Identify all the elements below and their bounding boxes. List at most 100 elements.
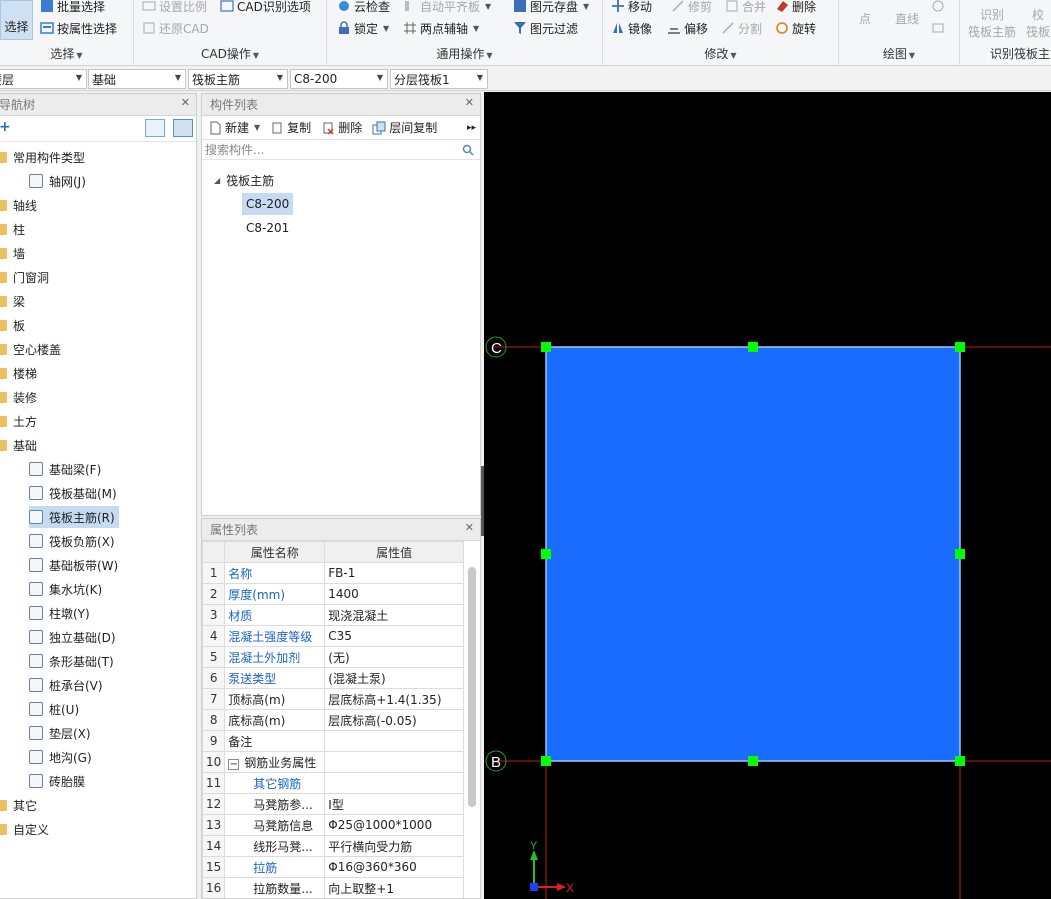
nav-item[interactable]: 桩承台(V) <box>29 674 107 696</box>
nav-item[interactable]: 桩(U) <box>29 698 83 720</box>
component-item-c8-200[interactable]: C8-200 <box>242 193 294 215</box>
property-value[interactable] <box>324 772 464 794</box>
split-button[interactable]: 分割 <box>721 18 762 38</box>
tree-view-icon[interactable] <box>173 119 193 137</box>
property-value[interactable]: 层底标高(-0.05) <box>324 709 464 731</box>
draw-point-button[interactable]: 点 <box>859 8 871 28</box>
collapse-triangle-icon[interactable]: ◢ <box>214 176 220 185</box>
grip-point[interactable] <box>541 756 551 766</box>
property-value[interactable]: (无) <box>324 646 464 668</box>
property-row[interactable]: 8 底标高(m) 层底标高(-0.05) <box>202 709 464 731</box>
grip-point[interactable] <box>955 342 965 352</box>
nav-item[interactable]: 装修 <box>0 386 37 408</box>
cad-recognize-options-button[interactable]: CAD识别选项 <box>220 0 311 16</box>
nav-item[interactable]: 常用构件类型 <box>0 146 85 168</box>
nav-item[interactable]: 门窗洞 <box>0 266 49 288</box>
nav-item[interactable]: 集水坑(K) <box>29 578 106 600</box>
nav-item[interactable]: 条形基础(T) <box>29 650 118 672</box>
auto-align-slab-button[interactable]: 自动平齐板 ▼ <box>403 0 491 16</box>
floor-select[interactable]: 楼层▼ <box>0 69 87 89</box>
property-row[interactable]: 1 名称 FB-1 <box>202 562 464 584</box>
nav-item[interactable]: 空心楼盖 <box>0 338 61 360</box>
property-row[interactable]: 15 拉筋 Φ16@360*360 <box>202 856 464 878</box>
lock-button[interactable]: 锁定 ▼ <box>337 18 389 38</box>
component-select[interactable]: C8-200 ▼ <box>290 69 388 89</box>
property-row[interactable]: 2 厚度(mm) 1400 <box>202 583 464 605</box>
nav-item[interactable]: 自定义 <box>0 818 49 840</box>
delete-component-button[interactable]: 删除 <box>321 119 362 136</box>
collapse-toggle-icon[interactable]: − <box>228 758 240 770</box>
component-item-c8-201[interactable]: C8-201 <box>242 217 293 239</box>
trim-button[interactable]: 修剪 <box>671 0 712 16</box>
property-row[interactable]: 10− 钢筋业务属性 <box>202 751 464 773</box>
property-row[interactable]: 14 线形马凳... 平行横向受力筋 <box>202 835 464 857</box>
nav-item[interactable]: 砖胎膜 <box>29 770 89 792</box>
nav-item[interactable]: 土方 <box>0 410 37 432</box>
draw-circle-button[interactable] <box>931 0 945 16</box>
raft-slab-element[interactable] <box>545 346 961 762</box>
nav-item[interactable]: 基础 <box>0 434 37 456</box>
nav-item[interactable]: 轴网(J) <box>29 170 90 192</box>
grip-point[interactable] <box>541 342 551 352</box>
copy-component-button[interactable]: 复制 <box>270 119 311 136</box>
new-component-button[interactable]: 新建 ▼ <box>208 119 260 136</box>
property-value[interactable]: (混凝土泵) <box>324 667 464 689</box>
property-value[interactable]: C35 <box>324 625 464 647</box>
nav-item[interactable]: 柱墩(Y) <box>29 602 94 624</box>
restore-cad-button[interactable]: 还原CAD <box>142 18 209 38</box>
nav-item[interactable]: 其它 <box>0 794 37 816</box>
layer-select[interactable]: 分层筏板1 ▼ <box>390 69 488 89</box>
add-icon[interactable]: + <box>0 119 11 135</box>
property-value[interactable]: 向上取整+1 <box>324 877 464 898</box>
move-button[interactable]: 移动 <box>611 0 652 16</box>
check-raft-rebar-button[interactable]: 校 筏板 <box>1026 6 1050 40</box>
set-scale-button[interactable]: 设置比例 <box>142 0 207 16</box>
nav-item[interactable]: 梁 <box>0 290 25 312</box>
property-value[interactable]: 层底标高+1.4(1.35) <box>324 688 464 710</box>
nav-item[interactable]: 筏板主筋(R) <box>29 506 119 528</box>
property-row[interactable]: 16 拉筋数量... 向上取整+1 <box>202 877 464 898</box>
property-row[interactable]: 4 混凝土强度等级 C35 <box>202 625 464 647</box>
delete-button[interactable]: 删除 <box>775 0 816 16</box>
grip-point[interactable] <box>748 756 758 766</box>
offset-button[interactable]: 偏移 <box>667 18 708 38</box>
grip-point[interactable] <box>955 756 965 766</box>
property-row[interactable]: 11 其它钢筋 <box>202 772 464 794</box>
drawing-canvas[interactable]: C B Y X <box>484 92 1051 899</box>
nav-item[interactable]: 筏板基础(M) <box>29 482 121 504</box>
select-by-property-button[interactable]: 按属性选择 <box>40 18 117 38</box>
list-view-icon[interactable] <box>145 119 165 137</box>
nav-item[interactable]: 基础板带(W) <box>29 554 122 576</box>
close-icon[interactable]: ✕ <box>465 96 474 109</box>
property-row[interactable]: 13 马凳筋信息 Φ25@1000*1000 <box>202 814 464 836</box>
search-icon[interactable] <box>462 144 474 156</box>
nav-item[interactable]: 墙 <box>0 242 25 264</box>
draw-rect-button[interactable] <box>931 18 945 38</box>
property-row[interactable]: 9 备注 <box>202 730 464 752</box>
nav-item[interactable]: 筏板负筋(X) <box>29 530 119 552</box>
nav-item[interactable]: 板 <box>0 314 25 336</box>
property-value[interactable]: Φ25@1000*1000 <box>324 814 464 836</box>
property-row[interactable]: 5 混凝土外加剂 (无) <box>202 646 464 668</box>
property-value[interactable]: 1400 <box>324 583 464 605</box>
property-scrollbar[interactable] <box>468 567 476 807</box>
nav-item[interactable]: 楼梯 <box>0 362 37 384</box>
save-element-button[interactable]: 图元存盘 ▼ <box>513 0 589 16</box>
property-value[interactable]: 现浇混凝土 <box>324 604 464 626</box>
floor-copy-button[interactable]: 层间复制 <box>372 119 437 136</box>
close-icon[interactable]: ✕ <box>465 521 474 534</box>
grip-point[interactable] <box>955 549 965 559</box>
category-select[interactable]: 基础 ▼ <box>88 69 186 89</box>
merge-button[interactable]: 合并 <box>725 0 766 16</box>
mirror-button[interactable]: 镜像 <box>611 18 652 38</box>
property-value[interactable] <box>324 730 464 752</box>
property-row[interactable]: 6 泵送类型 (混凝土泵) <box>202 667 464 689</box>
two-point-axis-button[interactable]: 两点辅轴 ▼ <box>403 18 479 38</box>
close-icon[interactable]: ✕ <box>181 96 190 109</box>
batch-select-button[interactable]: 批量选择 <box>40 0 105 16</box>
recognize-raft-rebar-button[interactable]: 识别 筏板主筋 <box>968 6 1016 40</box>
search-input[interactable]: 搜索构件... <box>205 141 264 158</box>
element-filter-button[interactable]: 图元过滤 <box>513 18 578 38</box>
property-value[interactable]: Φ16@360*360 <box>324 856 464 878</box>
property-value[interactable] <box>324 751 464 773</box>
